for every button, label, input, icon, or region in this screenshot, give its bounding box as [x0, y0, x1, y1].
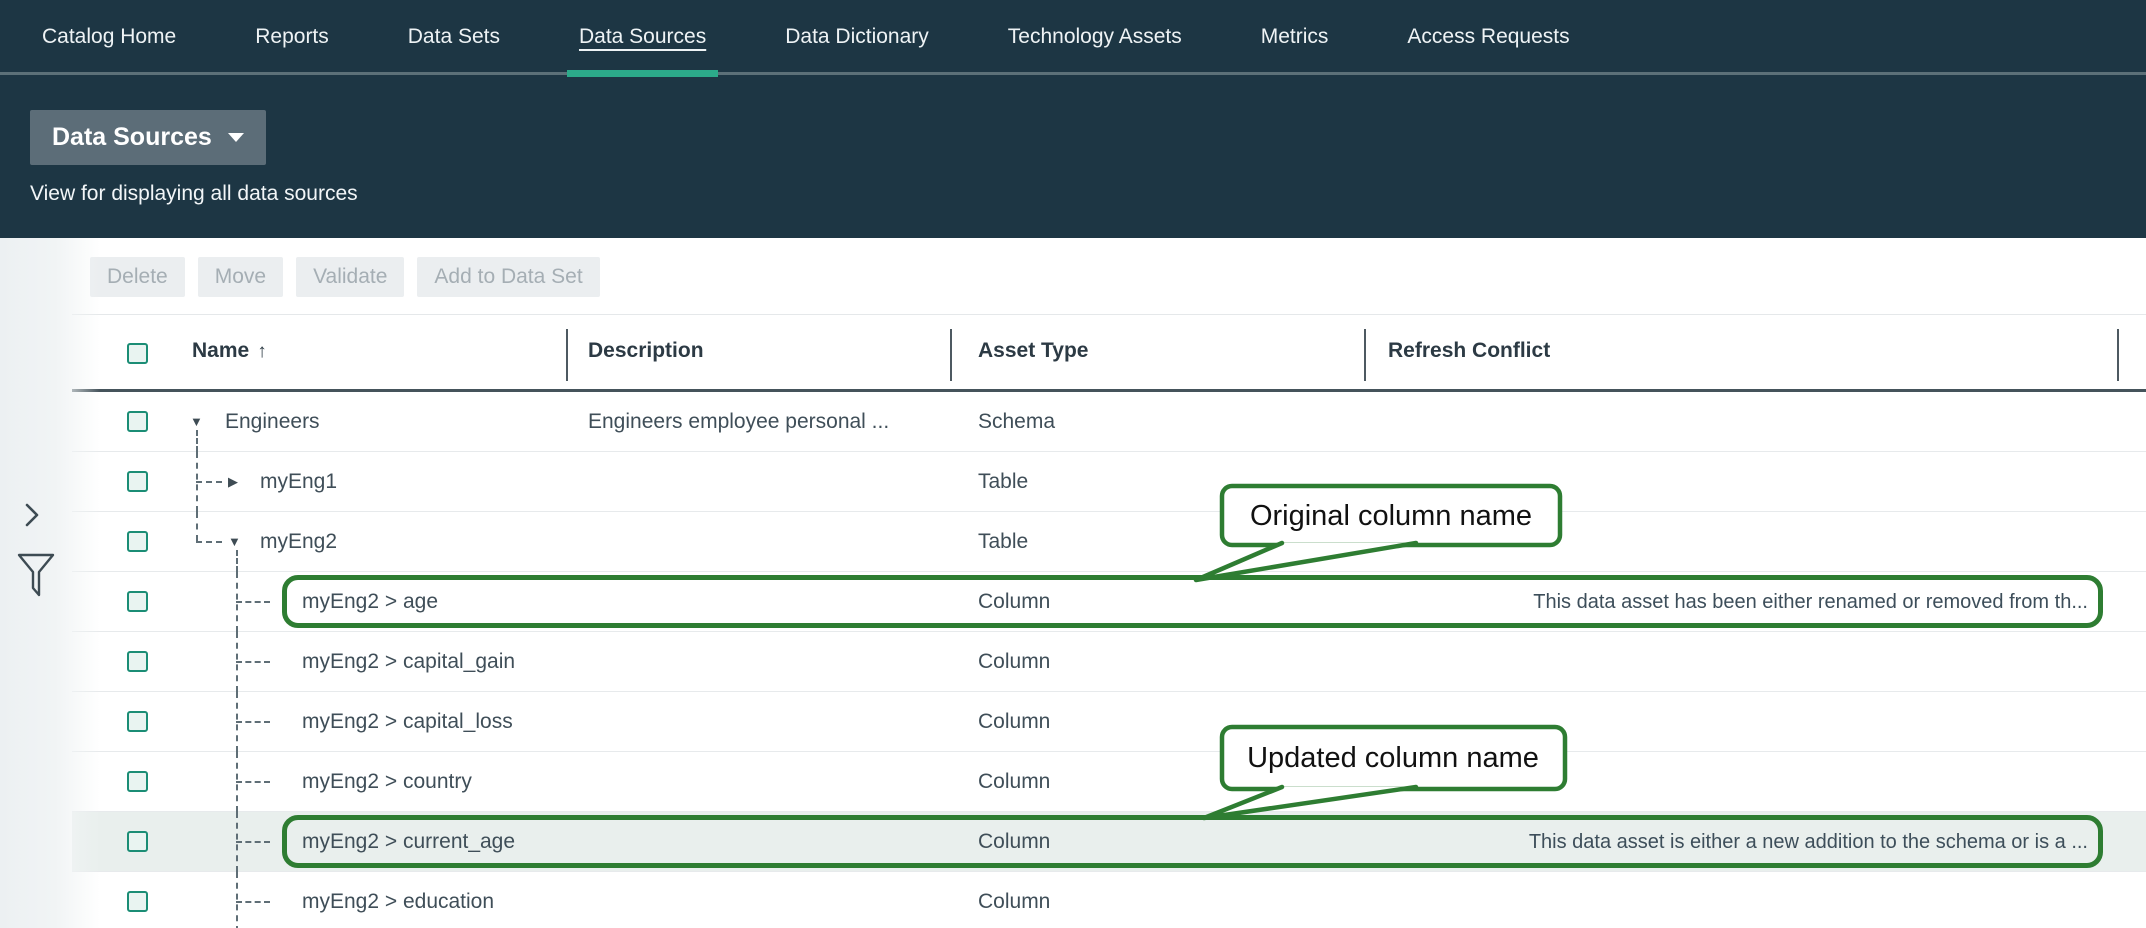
table-row[interactable]: myEng2 > age Column This data asset has be… — [72, 572, 2146, 632]
table-row[interactable]: myEng2 > capital_loss Column — [72, 692, 2146, 752]
asset-type: Table — [978, 512, 1028, 572]
column-header-name[interactable]: Name↑ — [192, 339, 267, 363]
tree-connector-line — [236, 841, 270, 843]
asset-name[interactable]: myEng2 > age — [302, 572, 438, 632]
select-all-checkbox[interactable] — [127, 343, 148, 364]
asset-type: Column — [978, 692, 1050, 752]
asset-type: Column — [978, 812, 1050, 872]
tree-connector-line — [236, 721, 270, 723]
row-checkbox[interactable] — [127, 711, 148, 732]
table-body: ▼ Engineers Engineers employee personal ..… — [72, 392, 2146, 928]
app-header: Catalog Home Reports Data Sets Data Sources… — [0, 0, 2146, 238]
asset-name[interactable]: myEng2 > education — [302, 872, 494, 928]
tree-connector-line — [236, 601, 270, 603]
nav-item-catalog-home[interactable]: Catalog Home — [42, 0, 176, 74]
row-checkbox[interactable] — [127, 531, 148, 552]
tree-connector-line — [236, 781, 270, 783]
asset-name[interactable]: Engineers — [225, 392, 320, 452]
table-row[interactable]: ▼ Engineers Engineers employee personal ..… — [72, 392, 2146, 452]
nav-item-reports[interactable]: Reports — [255, 0, 329, 74]
asset-type: Table — [978, 452, 1028, 512]
table-row[interactable]: myEng2 > current_age Column This data asse… — [72, 812, 2146, 872]
move-button[interactable]: Move — [198, 257, 283, 297]
asset-name[interactable]: myEng2 > capital_loss — [302, 692, 513, 752]
sort-ascending-icon: ↑ — [257, 341, 267, 362]
table-row[interactable]: ▼ myEng2 Table — [72, 512, 2146, 572]
asset-name[interactable]: myEng2 — [260, 512, 337, 572]
column-separator — [2117, 329, 2119, 381]
nav-item-access-requests[interactable]: Access Requests — [1407, 0, 1569, 74]
table-row[interactable]: myEng2 > country Column — [72, 752, 2146, 812]
row-checkbox[interactable] — [127, 471, 148, 492]
collapse-caret-icon[interactable]: ▼ — [190, 392, 203, 452]
add-to-data-set-button[interactable]: Add to Data Set — [417, 257, 599, 297]
expand-caret-icon[interactable]: ▶ — [228, 452, 238, 512]
nav-item-data-dictionary[interactable]: Data Dictionary — [785, 0, 929, 74]
asset-name[interactable]: myEng2 > current_age — [302, 812, 515, 872]
collapse-caret-icon[interactable]: ▼ — [228, 512, 241, 572]
row-checkbox[interactable] — [127, 891, 148, 912]
data-catalog-app: Catalog Home Reports Data Sets Data Sources… — [0, 0, 2146, 928]
row-checkbox[interactable] — [127, 591, 148, 612]
tree-connector-line — [196, 481, 222, 483]
tree-connector-line — [236, 872, 238, 928]
toolbar-buttons: Delete Move Validate Add to Data Set — [90, 257, 600, 297]
row-checkbox[interactable] — [127, 651, 148, 672]
data-sources-dropdown-label: Data Sources — [52, 123, 212, 152]
top-nav: Catalog Home Reports Data Sets Data Sources… — [0, 0, 2146, 75]
column-separator — [1364, 329, 1366, 381]
column-separator — [950, 329, 952, 381]
refresh-conflict-message: This data asset has been either renamed … — [1533, 572, 2088, 632]
table-row[interactable]: myEng2 > education Column — [72, 872, 2146, 928]
asset-description: Engineers employee personal ... — [588, 392, 889, 452]
delete-button[interactable]: Delete — [90, 257, 185, 297]
table-header-row: Name↑ Description Asset Type Refresh Confli… — [72, 315, 2146, 392]
column-separator — [566, 329, 568, 381]
row-checkbox[interactable] — [127, 831, 148, 852]
column-header-refresh-conflict[interactable]: Refresh Conflict — [1388, 339, 1550, 363]
asset-type: Column — [978, 752, 1050, 812]
nav-item-data-sources[interactable]: Data Sources — [579, 0, 706, 74]
tree-connector-line — [196, 512, 198, 541]
bulk-actions-toolbar: Delete Move Validate Add to Data Set — [72, 238, 2146, 315]
expand-panel-chevron-icon[interactable] — [24, 502, 40, 533]
column-header-description[interactable]: Description — [588, 339, 704, 363]
data-sources-table-panel: Delete Move Validate Add to Data Set Name↑ D… — [72, 238, 2146, 928]
asset-type: Column — [978, 572, 1050, 632]
asset-type: Column — [978, 872, 1050, 928]
data-sources-dropdown-button[interactable]: Data Sources — [30, 110, 266, 165]
nav-item-metrics[interactable]: Metrics — [1261, 0, 1329, 74]
validate-button[interactable]: Validate — [296, 257, 404, 297]
filter-funnel-icon[interactable] — [16, 552, 56, 605]
tree-connector-line — [236, 661, 270, 663]
asset-name[interactable]: myEng1 — [260, 452, 337, 512]
asset-type: Column — [978, 632, 1050, 692]
tree-connector-line — [196, 541, 222, 543]
column-header-asset-type[interactable]: Asset Type — [978, 339, 1089, 363]
refresh-conflict-message: This data asset is either a new addition… — [1529, 812, 2088, 872]
view-subtitle: View for displaying all data sources — [30, 182, 358, 206]
row-checkbox[interactable] — [127, 771, 148, 792]
nav-item-technology-assets[interactable]: Technology Assets — [1008, 0, 1182, 74]
nav-item-data-sets[interactable]: Data Sets — [408, 0, 500, 74]
table-row[interactable]: ▶ myEng1 Table — [72, 452, 2146, 512]
asset-name[interactable]: myEng2 > country — [302, 752, 472, 812]
asset-type: Schema — [978, 392, 1055, 452]
row-checkbox[interactable] — [127, 411, 148, 432]
asset-name[interactable]: myEng2 > capital_gain — [302, 632, 515, 692]
dropdown-caret-icon — [228, 133, 244, 142]
table-row[interactable]: myEng2 > capital_gain Column — [72, 632, 2146, 692]
tree-connector-line — [236, 901, 270, 903]
